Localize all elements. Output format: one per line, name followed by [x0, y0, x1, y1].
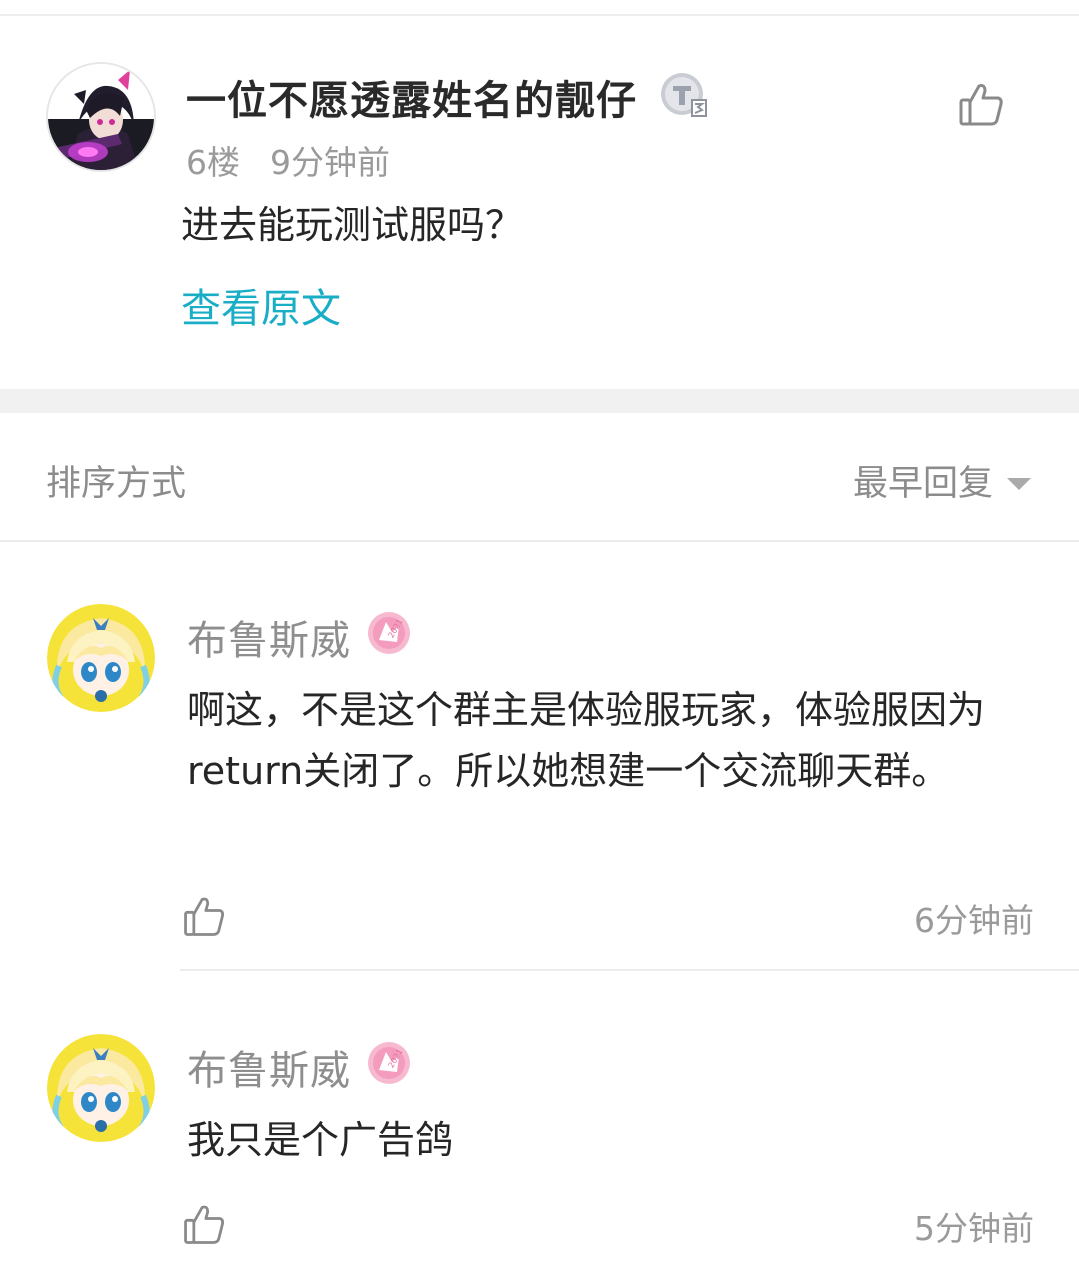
thumbs-up-icon[interactable]: [955, 78, 1007, 130]
post-content: 进去能玩测试服吗？: [181, 203, 524, 247]
thumbs-up-icon[interactable]: [180, 1200, 228, 1248]
sort-value: 最早回复: [852, 464, 993, 504]
sort-bar: 排序方式 最早回复: [0, 413, 1079, 541]
reply-author-avatar[interactable]: [47, 1034, 155, 1142]
post-time: 9分钟前: [270, 143, 390, 182]
reply-author-avatar[interactable]: [47, 604, 155, 712]
reply-item: 布鲁斯威 2021 啊这，不是这个群主是体验服玩家，体验服因为return关闭了…: [0, 542, 1079, 972]
view-original-link[interactable]: 查看原文: [181, 276, 341, 334]
reply-content: 啊这，不是这个群主是体验服玩家，体验服因为return关闭了。所以她想建一个交流…: [187, 688, 986, 793]
floor-number: 6楼: [186, 143, 240, 182]
post-author-name[interactable]: 一位不愿透露姓名的靓仔: [186, 68, 637, 126]
post-author-avatar[interactable]: [46, 62, 156, 172]
section-separator: [0, 389, 1079, 413]
sort-dropdown[interactable]: 最早回复: [853, 455, 1031, 506]
post-meta: 6楼 9分钟前: [186, 136, 390, 184]
avatar-image: [48, 64, 154, 170]
reply-author-name[interactable]: 布鲁斯威: [187, 608, 351, 666]
level-badge-icon: [658, 70, 710, 122]
anniversary-badge-icon: 2021: [366, 1040, 412, 1086]
reply-author-name[interactable]: 布鲁斯威: [187, 1038, 351, 1096]
caret-down-icon: [1007, 477, 1031, 490]
reply-item: 布鲁斯威 2021 我只是个广告鸽 5分钟前: [0, 972, 1079, 1269]
comment-thread-page: 一位不愿透露姓名的靓仔 6楼 9分钟前 进去能玩测试服吗？ 查看原文 排序方式: [0, 0, 1079, 1269]
reply-divider: [180, 969, 1079, 971]
reply-time: 6分钟前: [914, 901, 1034, 940]
avatar-image: [47, 604, 155, 712]
thumbs-up-icon[interactable]: [180, 892, 228, 940]
reply-time: 5分钟前: [914, 1209, 1034, 1248]
sort-label: 排序方式: [46, 464, 187, 504]
anniversary-badge-icon: 2021: [366, 610, 412, 656]
avatar-image: [47, 1034, 155, 1142]
main-post: 一位不愿透露姓名的靓仔 6楼 9分钟前 进去能玩测试服吗？ 查看原文: [0, 16, 1079, 389]
reply-content: 我只是个广告鸽: [187, 1118, 454, 1162]
